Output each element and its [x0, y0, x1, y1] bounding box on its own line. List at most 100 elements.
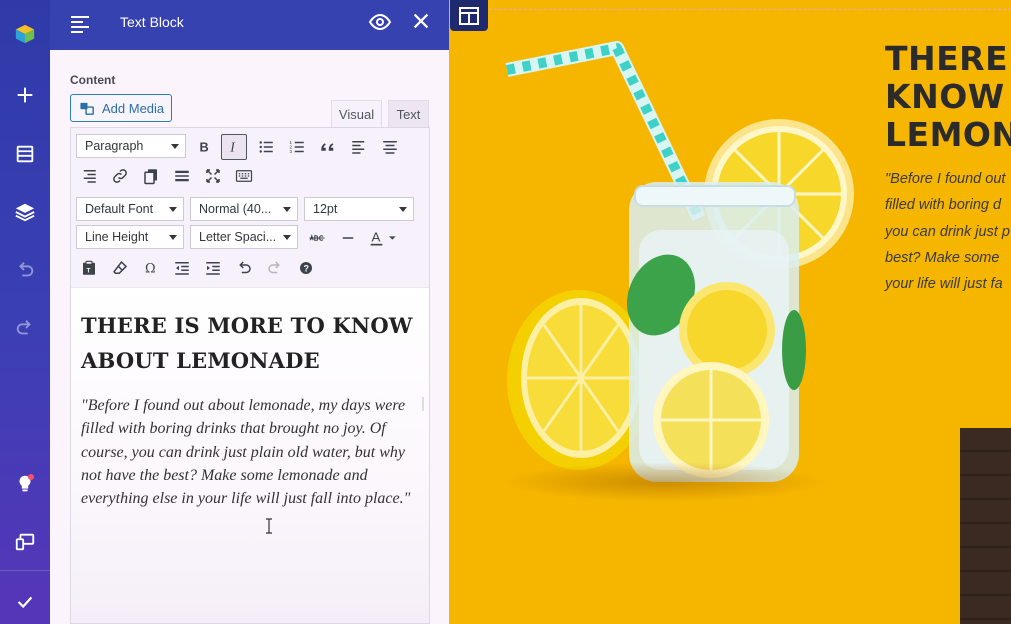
- align-right-icon: [83, 170, 96, 183]
- indent-button[interactable]: [200, 255, 226, 281]
- help-button[interactable]: ?: [293, 255, 319, 281]
- special-character-button[interactable]: Ω: [138, 255, 164, 281]
- hero-quote-line: you can drink just p: [885, 223, 1010, 240]
- redo-icon[interactable]: [0, 308, 50, 348]
- plus-icon[interactable]: [0, 75, 50, 115]
- align-center-button[interactable]: [377, 134, 403, 160]
- keyboard-button[interactable]: [231, 163, 257, 189]
- hero-quote[interactable]: "Before I found out filled with boring d…: [885, 166, 1011, 297]
- hero-quote-line: filled with boring d: [885, 197, 1002, 214]
- sections-icon[interactable]: [0, 134, 50, 174]
- media-icon: [80, 102, 94, 115]
- fullscreen-icon: [206, 169, 220, 183]
- svg-text:Ω: Ω: [145, 262, 156, 277]
- hero-title[interactable]: THERE KNOW LEMON: [885, 40, 1011, 154]
- help-icon: ?: [300, 262, 312, 274]
- horizontal-rule-icon: [175, 170, 189, 182]
- clear-formatting-button[interactable]: [107, 255, 133, 281]
- copy-button[interactable]: [138, 163, 164, 189]
- align-left-button[interactable]: [346, 134, 372, 160]
- svg-text:3: 3: [290, 149, 293, 154]
- keyboard-icon: [235, 170, 253, 182]
- svg-text:?: ?: [303, 263, 309, 273]
- text-cursor-icon: [266, 518, 272, 534]
- hero-title-line: KNOW: [885, 77, 1005, 116]
- editor-quote: "Before I found out about lemonade, my d…: [81, 397, 411, 508]
- italic-icon: I: [229, 140, 236, 155]
- font-weight-value: Normal (40...: [199, 202, 272, 216]
- align-right-button[interactable]: [76, 163, 102, 189]
- horizontal-line-icon: [342, 237, 354, 239]
- editor-box: Paragraph B I 123 Default Font Normal (4…: [70, 127, 430, 624]
- text-block-panel: Text Block Content Add Media Visual Text…: [50, 0, 449, 624]
- strikethrough-button[interactable]: [304, 225, 330, 251]
- omega-icon: Ω: [145, 262, 156, 277]
- paragraph-select-value: Paragraph: [85, 139, 144, 153]
- hero-quote-line: your life will just fa: [885, 276, 1003, 293]
- wood-texture-image: [960, 428, 1011, 624]
- text-color-icon: A: [370, 229, 396, 246]
- tab-text[interactable]: Text: [388, 100, 429, 128]
- font-size-value: 12pt: [313, 202, 338, 216]
- text-align-icon: [71, 16, 89, 33]
- svg-text:I: I: [229, 140, 236, 155]
- letter-spacing-select[interactable]: Letter Spaci...: [190, 225, 298, 249]
- page-canvas[interactable]: THERE KNOW LEMON "Before I found out fil…: [449, 0, 1011, 624]
- add-media-button[interactable]: Add Media: [70, 94, 172, 122]
- redo-button[interactable]: [262, 255, 288, 281]
- text-color-button[interactable]: A: [364, 225, 404, 251]
- svg-text:A: A: [372, 229, 381, 244]
- outdent-button[interactable]: [169, 255, 195, 281]
- bold-button[interactable]: B: [191, 134, 217, 160]
- font-weight-select[interactable]: Normal (40...: [190, 197, 298, 221]
- eraser-icon: [113, 260, 128, 274]
- content-label: Content: [70, 73, 116, 87]
- letter-spacing-value: Letter Spaci...: [199, 230, 277, 244]
- editor-content-area[interactable]: THERE IS MORE TO KNOW ABOUT LEMONADE "Be…: [71, 288, 429, 623]
- hero-quote-line: best? Make some: [885, 249, 1000, 266]
- font-size-select[interactable]: 12pt: [304, 197, 414, 221]
- hero-quote-line: "Before I found out: [885, 171, 1006, 187]
- notification-dot: [28, 474, 34, 480]
- fullscreen-button[interactable]: [200, 163, 226, 189]
- bullet-list-button[interactable]: [253, 134, 279, 160]
- numbered-list-button[interactable]: 123: [284, 134, 310, 160]
- layers-icon[interactable]: [0, 192, 50, 232]
- devices-icon[interactable]: [0, 522, 50, 562]
- line-height-select[interactable]: Line Height: [76, 225, 184, 249]
- bold-icon: B: [200, 140, 209, 155]
- eye-icon[interactable]: [368, 10, 392, 34]
- rail-divider: [0, 570, 50, 571]
- link-button[interactable]: [107, 163, 133, 189]
- panel-title: Text Block: [120, 14, 184, 30]
- horizontal-line-button[interactable]: [335, 225, 361, 251]
- close-icon[interactable]: [410, 10, 432, 32]
- lightbulb-icon[interactable]: [0, 464, 50, 504]
- hero-title-line: LEMON: [885, 115, 1011, 154]
- tab-visual[interactable]: Visual: [331, 100, 382, 128]
- align-center-icon: [383, 141, 397, 154]
- horizontal-rule-button[interactable]: [169, 163, 195, 189]
- bullet-list-icon: [259, 141, 273, 153]
- layout-toggle-button[interactable]: [450, 0, 488, 31]
- editor-scrollbar[interactable]: [422, 397, 424, 411]
- undo-icon: [239, 261, 251, 274]
- jar-shadow: [499, 462, 829, 502]
- quote-icon: [321, 143, 334, 151]
- strikethrough-icon: [309, 234, 325, 241]
- undo-button[interactable]: [231, 255, 257, 281]
- undo-icon[interactable]: [0, 250, 50, 290]
- link-icon: [113, 169, 127, 183]
- paragraph-select[interactable]: Paragraph: [76, 134, 186, 158]
- logo-cube-icon[interactable]: [0, 14, 50, 54]
- columns-icon: [459, 6, 479, 25]
- blockquote-button[interactable]: [315, 134, 341, 160]
- numbered-list-icon: 123: [290, 140, 304, 154]
- align-left-icon: [352, 141, 365, 154]
- checkmark-icon[interactable]: [0, 582, 50, 622]
- font-family-select[interactable]: Default Font: [76, 197, 184, 221]
- italic-button[interactable]: I: [221, 134, 247, 160]
- font-family-value: Default Font: [85, 202, 154, 216]
- hero-title-line: THERE: [885, 39, 1009, 78]
- paste-text-button[interactable]: T: [76, 255, 102, 281]
